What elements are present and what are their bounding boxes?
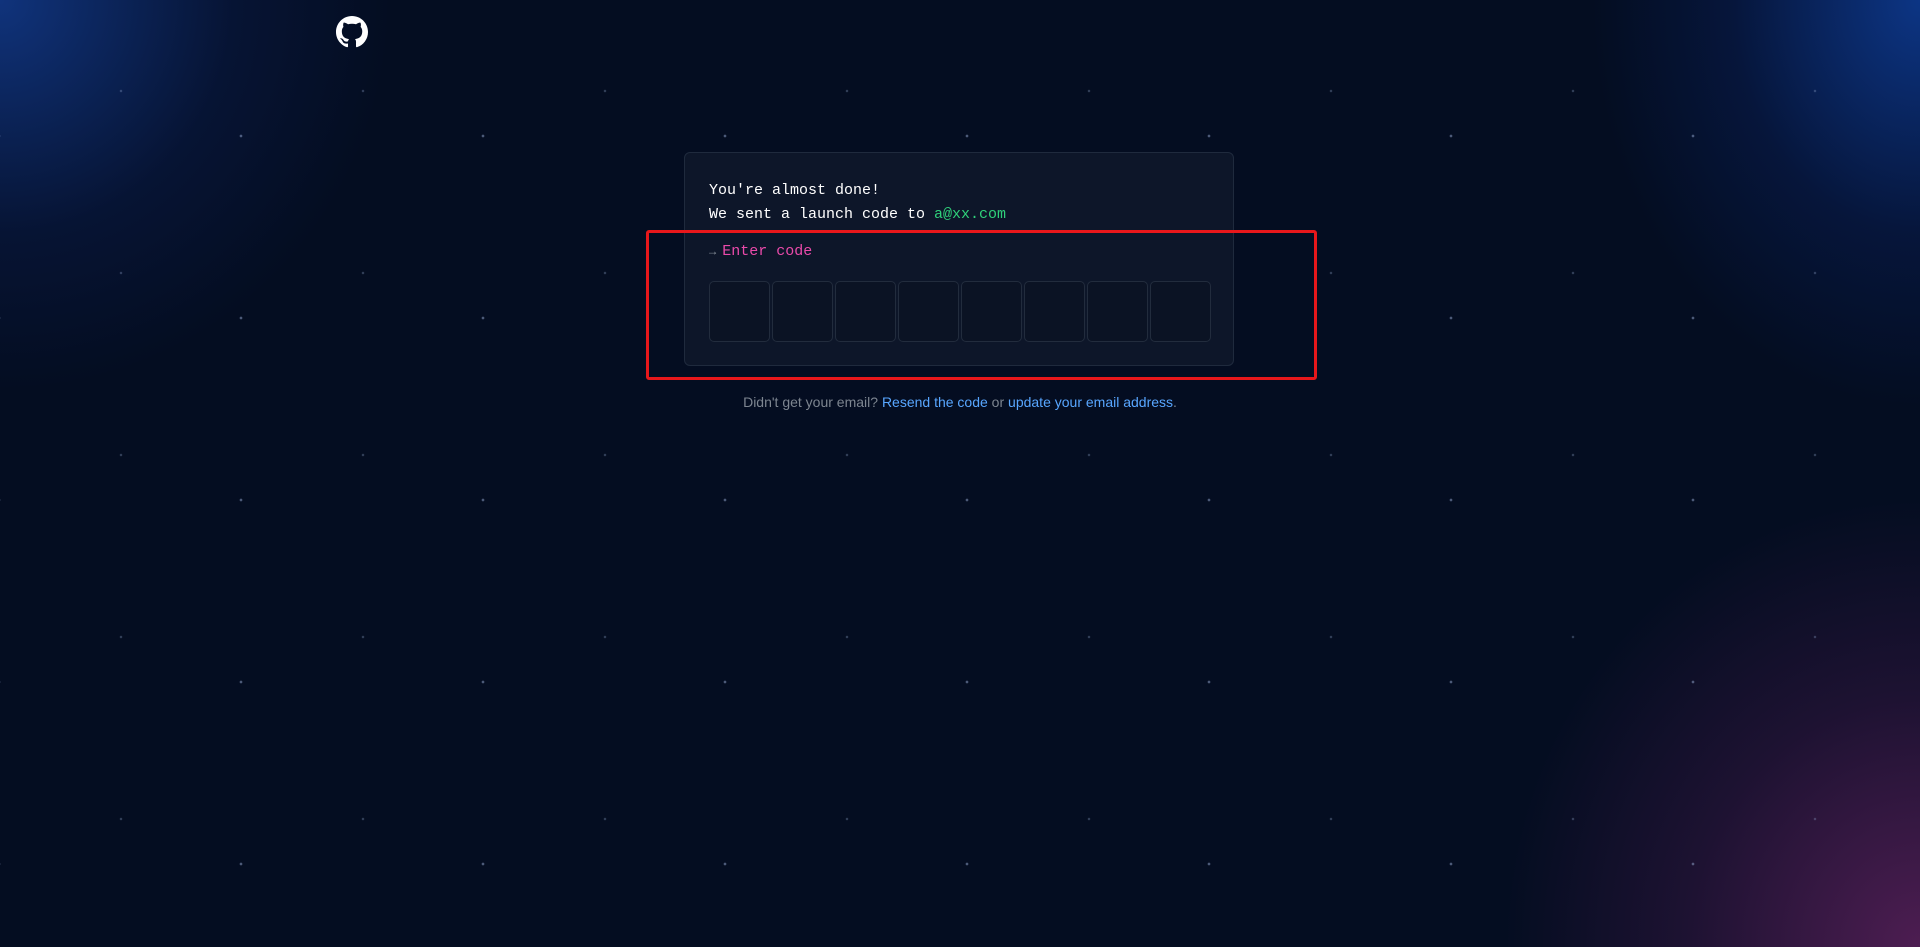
resend-code-link[interactable]: Resend the code	[882, 394, 988, 410]
starfield-background	[0, 0, 1920, 947]
verification-card: You're almost done! We sent a launch cod…	[684, 152, 1234, 366]
launch-code-prefix: We sent a launch code to	[709, 206, 935, 223]
code-digit-7[interactable]	[1087, 281, 1148, 342]
didnt-get-email-text: Didn't get your email?	[743, 394, 882, 410]
arrow-right-icon: →	[709, 245, 717, 259]
code-digit-6[interactable]	[1024, 281, 1085, 342]
almost-done-text: You're almost done!	[709, 182, 881, 199]
email-address: a@xx.com	[934, 206, 1007, 223]
code-digit-4[interactable]	[898, 281, 959, 342]
launch-code-sent-text: We sent a launch code to a@xx.com	[709, 203, 1006, 227]
card-message: You're almost done! We sent a launch cod…	[709, 179, 1006, 227]
code-digit-1[interactable]	[709, 281, 770, 342]
github-logo-icon[interactable]	[336, 16, 368, 48]
code-digit-5[interactable]	[961, 281, 1022, 342]
page: You're almost done! We sent a launch cod…	[0, 0, 1920, 947]
code-digit-2[interactable]	[772, 281, 833, 342]
enter-code-label: Enter code	[722, 243, 813, 260]
code-digit-3[interactable]	[835, 281, 896, 342]
code-digit-8[interactable]	[1150, 281, 1211, 342]
period-text: .	[1173, 394, 1177, 410]
enter-code-prompt: → Enter code	[709, 243, 812, 260]
update-email-link[interactable]: update your email address	[1008, 394, 1173, 410]
or-text: or	[987, 394, 1009, 410]
resend-help-text: Didn't get your email? Resend the code o…	[0, 394, 1920, 410]
code-input-group	[709, 281, 1211, 342]
